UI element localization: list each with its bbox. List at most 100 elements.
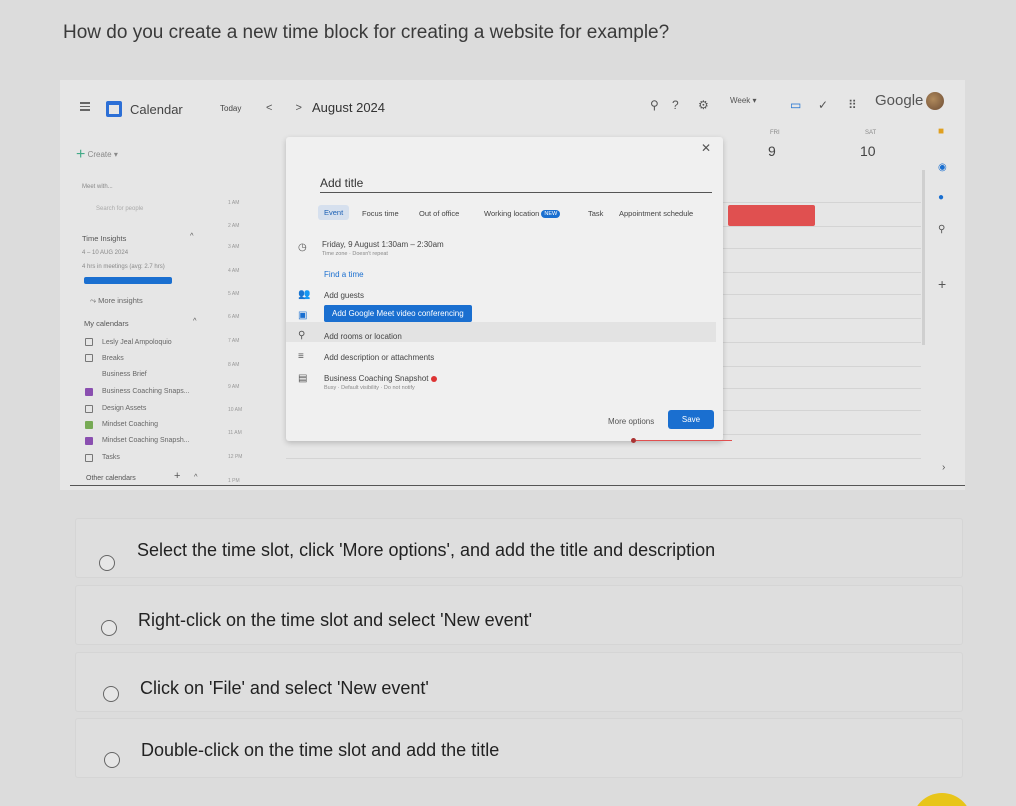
- event-dialog: ✕ Add title Event Focus time Out of offi…: [286, 137, 723, 441]
- timezone-text[interactable]: Time zone · Doesn't repeat: [322, 251, 388, 257]
- answer-text: Double-click on the time slot and add th…: [141, 740, 500, 760]
- answer-option[interactable]: Double-click on the time slot and add th…: [75, 718, 963, 778]
- settings-icon[interactable]: ⚙: [698, 98, 709, 112]
- calendar-color-dot: [430, 375, 437, 382]
- radio-button[interactable]: [99, 555, 115, 571]
- calendar-item[interactable]: Design Assets: [102, 405, 146, 412]
- maps-icon[interactable]: ⚲: [938, 224, 945, 235]
- google-meet-button[interactable]: Add Google Meet video conferencing: [324, 305, 472, 322]
- calendar-screenshot: Calendar Today < > August 2024 ⚲ ? ⚙ Wee…: [60, 80, 965, 490]
- add-calendar-icon[interactable]: +: [174, 470, 180, 482]
- hour-label: 10 AM: [228, 407, 243, 413]
- calendar-item[interactable]: Tasks: [102, 454, 120, 461]
- scrollbar[interactable]: [922, 170, 925, 345]
- save-button[interactable]: Save: [668, 410, 714, 429]
- location-icon: ⚲: [298, 330, 306, 341]
- radio-button[interactable]: [103, 686, 119, 702]
- calendar-checkbox[interactable]: [85, 372, 93, 380]
- chevron-up-icon[interactable]: ^: [194, 472, 198, 481]
- calendar-checkbox[interactable]: [85, 354, 93, 362]
- menu-icon[interactable]: [80, 100, 90, 113]
- search-people-input[interactable]: Search for people: [96, 206, 143, 212]
- chevron-up-icon[interactable]: ^: [190, 231, 194, 240]
- answer-option[interactable]: Right-click on the time slot and select …: [75, 585, 963, 645]
- guests-icon: 👥: [298, 289, 311, 300]
- calendar-checkbox[interactable]: [85, 405, 93, 413]
- more-options-button[interactable]: More options: [608, 417, 654, 426]
- calendar-logo-icon: [106, 101, 122, 117]
- radio-button[interactable]: [104, 752, 120, 768]
- title-input[interactable]: Add title: [320, 176, 712, 193]
- answer-option[interactable]: Select the time slot, click 'More option…: [75, 518, 963, 578]
- calendar-item[interactable]: Business Coaching Snaps...: [102, 388, 190, 395]
- tab-task[interactable]: Task: [588, 209, 603, 218]
- hour-label: 2 AM: [228, 223, 240, 229]
- more-insights-link[interactable]: ⤳ More insights: [90, 296, 143, 306]
- close-icon[interactable]: ✕: [701, 141, 711, 155]
- add-rooms-field[interactable]: Add rooms or location: [324, 332, 402, 341]
- hour-label: 9 AM: [228, 384, 240, 390]
- radio-button[interactable]: [101, 620, 117, 636]
- answer-option[interactable]: Click on 'File' and select 'New event': [75, 652, 963, 712]
- create-button[interactable]: + Create ▾: [76, 146, 118, 164]
- google-brand: Google: [875, 92, 924, 109]
- hour-label: 1 AM: [228, 200, 240, 206]
- calendar-view-icon[interactable]: ▭: [790, 98, 801, 112]
- calendar-item[interactable]: Mindset Coaching: [102, 421, 158, 428]
- insights-progress-bar: [84, 277, 172, 284]
- calendar-checkbox[interactable]: [85, 421, 93, 429]
- keep-icon[interactable]: ■: [938, 126, 944, 137]
- chevron-up-icon[interactable]: ^: [193, 316, 197, 325]
- answer-text: Click on 'File' and select 'New event': [140, 678, 429, 698]
- help-icon[interactable]: ?: [672, 98, 679, 112]
- calendar-item[interactable]: Breaks: [102, 355, 124, 362]
- chevron-right-icon[interactable]: ›: [942, 462, 945, 473]
- tab-working-location[interactable]: Working location NEW: [484, 209, 561, 219]
- calendar-checkbox[interactable]: [85, 437, 93, 445]
- tasks-icon[interactable]: ◉: [938, 162, 947, 173]
- calendar-checkbox[interactable]: [85, 338, 93, 346]
- hour-label: 12 PM: [228, 454, 243, 460]
- calendar-name[interactable]: Business Coaching Snapshot: [324, 374, 437, 383]
- tab-event[interactable]: Event: [318, 205, 350, 220]
- tab-appointment-schedule[interactable]: Appointment schedule: [619, 209, 693, 218]
- hour-label: 8 AM: [228, 362, 240, 368]
- contacts-icon[interactable]: ●: [938, 192, 944, 203]
- day-head-fri: FRI: [770, 130, 780, 136]
- my-calendars-label: My calendars: [84, 319, 129, 328]
- calendar-event[interactable]: [728, 205, 815, 226]
- add-guests-field[interactable]: Add guests: [324, 291, 364, 300]
- calendar-icon: ▤: [298, 373, 308, 384]
- add-description-field[interactable]: Add description or attachments: [324, 353, 434, 362]
- day-head-sat: SAT: [865, 130, 877, 136]
- tab-focus-time[interactable]: Focus time: [362, 209, 399, 218]
- calendar-item[interactable]: Lesly Jeal Ampoloquio: [102, 339, 172, 346]
- calendar-item[interactable]: Mindset Coaching Snapsh...: [102, 437, 190, 444]
- calendar-checkbox[interactable]: [85, 454, 93, 462]
- tab-out-of-office[interactable]: Out of office: [419, 209, 459, 218]
- nav-arrows[interactable]: < >: [266, 102, 312, 114]
- answer-text: Right-click on the time slot and select …: [138, 610, 533, 630]
- tasks-view-icon[interactable]: ✓: [818, 98, 828, 112]
- day-num-fri[interactable]: 9: [768, 143, 776, 159]
- apps-grid-icon[interactable]: ⠿: [848, 98, 857, 112]
- find-time-link[interactable]: Find a time: [324, 270, 364, 279]
- today-button[interactable]: Today: [220, 104, 241, 113]
- answer-text: Select the time slot, click 'More option…: [137, 540, 716, 560]
- hour-label: 6 AM: [228, 314, 240, 320]
- calendar-item[interactable]: Business Brief: [102, 371, 147, 378]
- date-range: 4 – 10 AUG 2024: [82, 250, 129, 256]
- add-addon-icon[interactable]: +: [938, 276, 946, 292]
- visibility-text[interactable]: Busy · Default visibility · Do not notif…: [324, 385, 415, 391]
- day-num-sat[interactable]: 10: [860, 143, 876, 159]
- meet-with-label: Meet with...: [82, 184, 113, 190]
- hour-label: 1 PM: [228, 478, 240, 484]
- event-datetime[interactable]: Friday, 9 August 1:30am – 2:30am: [322, 240, 444, 249]
- hour-label: 4 AM: [228, 268, 240, 274]
- avatar[interactable]: [926, 92, 944, 110]
- view-selector[interactable]: Week ▾: [730, 96, 757, 105]
- search-icon[interactable]: ⚲: [650, 98, 659, 112]
- calendar-checkbox[interactable]: [85, 388, 93, 396]
- hour-label: 5 AM: [228, 291, 240, 297]
- time-insights-label: Time Insights: [82, 234, 127, 243]
